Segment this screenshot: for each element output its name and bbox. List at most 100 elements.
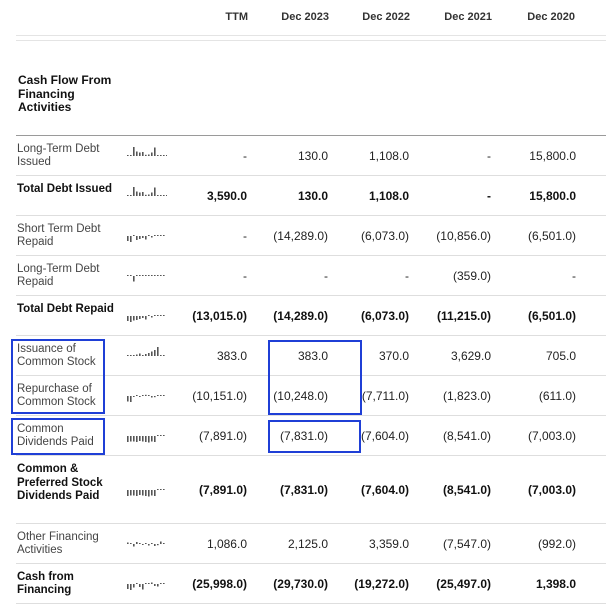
row-label: Total Debt Repaid [17,302,114,315]
sparkline-bar [151,396,153,398]
sparkline-bar [145,436,147,442]
column-header-dec-2021[interactable]: Dec 2021 [444,11,492,23]
table-row: Long-Term Debt Issued - 130.0 1,108.0 - 15,80… [16,136,606,176]
cell-dec-2022: 3,359.0 [368,537,409,551]
sparkline-chart[interactable] [127,534,167,554]
sparkline-chart[interactable] [127,306,167,326]
sparkline-bar [163,155,165,156]
column-header-ttm[interactable]: TTM [225,11,248,23]
cell-dec-2022: 1,108.0 [368,189,409,203]
sparkline-bar [127,490,129,496]
sparkline-chart[interactable] [127,574,167,594]
sparkline-bar [160,541,162,544]
sparkline-bar [136,583,138,584]
table-row: Total Debt Issued 3,590.0 130.0 1,108.0 - 15,… [16,176,606,216]
sparkline-bar [130,436,132,442]
sparkline-bar [145,316,147,320]
cell-dec-2020: 705.0 [545,349,576,363]
sparkline-bar [145,490,147,496]
table-row: Cash from Financing (25,998.0) (29,730.0) (… [16,564,606,604]
sparkline-chart[interactable] [127,426,167,446]
sparkline-bar [145,394,147,396]
sparkline-bar [139,543,141,544]
sparkline-bar [154,544,156,546]
sparkline-bar [148,154,150,156]
sparkline-bar [133,147,135,156]
sparkline-bar [163,275,165,276]
sparkline-chart[interactable] [127,186,167,206]
cell-dec-2021: (359.0) [452,269,491,283]
table-row: Total Debt Repaid (13,015.0) (14,289.0) (6,… [16,296,606,336]
sparkline-bar [142,355,144,356]
sparkline-bar [142,152,144,156]
sparkline-bar [154,187,156,196]
table-row: Short Term Debt Repaid - (14,289.0) (6,073.… [16,216,606,256]
column-header-dec-2023[interactable]: Dec 2023 [281,11,329,23]
sparkline-bar [136,151,138,156]
sparkline-bar [145,543,147,544]
cell-dec-2023: (7,831.0) [279,483,328,497]
sparkline-bar [145,354,147,356]
cell-ttm: - [243,229,247,243]
sparkline-chart[interactable] [127,226,167,246]
row-label: Total Debt Issued [17,182,112,195]
sparkline-bar [163,355,165,356]
table-row: Other Financing Activities 1,086.0 2,125.0… [16,524,606,564]
sparkline-chart[interactable] [127,266,167,286]
sparkline-bar [136,395,138,396]
sparkline-chart[interactable] [127,346,167,366]
cell-dec-2021: - [487,189,491,203]
sparkline-bar [142,490,144,496]
sparkline-bar [163,395,165,396]
row-label: Short Term Debt Repaid [17,222,101,249]
sparkline-bar [142,236,144,238]
sparkline-bar [154,235,156,236]
header-divider [16,35,606,36]
cell-dec-2020: (7,003.0) [527,483,576,497]
sparkline-bar [133,584,135,588]
sparkline-chart[interactable] [127,480,167,500]
sparkline-bar [148,544,150,546]
header-divider-secondary [16,40,606,41]
sparkline-bar [142,584,144,590]
sparkline-bar [154,147,156,156]
cell-dec-2023: (29,730.0) [273,577,328,591]
highlight-box-dividends-label [11,418,105,455]
sparkline-bar [160,489,162,490]
sparkline-bar [145,194,147,196]
sparkline-bar [145,154,147,156]
sparkline-bar [157,584,159,587]
highlight-box-dividends-value-2023 [268,420,361,453]
sparkline-bar [154,315,156,316]
sparkline-bar [148,395,150,396]
sparkline-bar [133,187,135,196]
sparkline-bar [151,236,153,238]
sparkline-bar [151,316,153,318]
sparkline-bar [154,436,156,442]
highlight-box-stock-values-2023 [268,340,362,415]
sparkline-bar [163,543,165,544]
sparkline-bar [142,275,144,276]
sparkline-bar [139,584,141,587]
cell-dec-2021: (7,547.0) [442,537,491,551]
sparkline-bar [157,235,159,236]
column-header-dec-2020[interactable]: Dec 2020 [527,11,575,23]
cell-dec-2023: 130.0 [297,149,328,163]
sparkline-bar [139,316,141,319]
sparkline-chart[interactable] [127,146,167,166]
sparkline-bar [163,235,165,236]
sparkline-bar [148,275,150,276]
cell-dec-2023: 2,125.0 [287,537,328,551]
column-header-dec-2022[interactable]: Dec 2022 [362,11,410,23]
sparkline-bar [151,543,153,544]
sparkline-bar [136,275,138,276]
row-label: Other Financing Activities [17,530,99,557]
sparkline-bar [133,396,135,397]
sparkline-bar [127,195,129,196]
sparkline-bar [157,315,159,316]
sparkline-chart[interactable] [127,386,167,406]
sparkline-bar [157,275,159,276]
sparkline-bar [166,155,167,156]
cell-dec-2022: (7,604.0) [360,483,409,497]
sparkline-bar [151,152,153,156]
